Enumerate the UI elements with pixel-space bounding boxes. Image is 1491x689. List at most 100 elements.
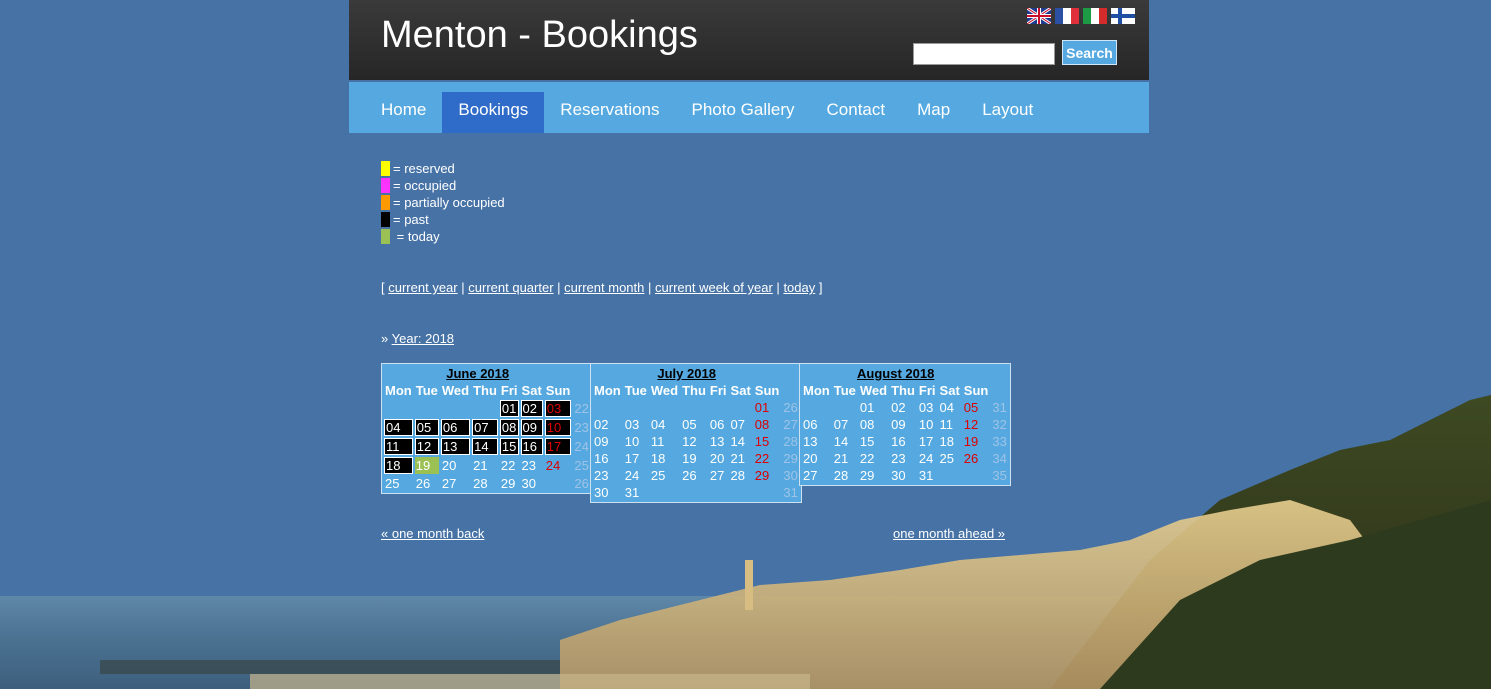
one-month-ahead-link[interactable]: one month ahead » — [893, 526, 1005, 541]
calendar-day[interactable]: 27 — [441, 476, 470, 491]
calendar-day[interactable]: 15 — [754, 434, 781, 449]
calendar-day[interactable]: 04 — [939, 400, 961, 415]
nav-item-contact[interactable]: Contact — [811, 92, 902, 133]
calendar-day[interactable]: 06 — [709, 417, 728, 432]
calendar-day[interactable]: 11 — [939, 417, 961, 432]
calendar-month-link[interactable]: July 2018 — [657, 366, 716, 381]
link-current-quarter[interactable]: current quarter — [468, 280, 553, 295]
calendar-day[interactable]: 23 — [593, 468, 622, 483]
calendar-day[interactable]: 15 — [859, 434, 888, 449]
link-current-month[interactable]: current month — [564, 280, 644, 295]
link-today[interactable]: today — [783, 280, 815, 295]
calendar-day[interactable]: 30 — [890, 468, 916, 483]
nav-item-photo-gallery[interactable]: Photo Gallery — [676, 92, 811, 133]
france-flag-icon[interactable] — [1055, 8, 1079, 24]
calendar-day[interactable]: 08 — [499, 419, 519, 436]
calendar-day[interactable]: 14 — [472, 438, 498, 455]
calendar-day[interactable]: 06 — [802, 417, 831, 432]
calendar-day[interactable]: 10 — [624, 434, 648, 449]
calendar-day[interactable]: 17 — [918, 434, 937, 449]
calendar-day[interactable]: 10 — [918, 417, 937, 432]
calendar-month-link[interactable]: June 2018 — [446, 366, 509, 381]
calendar-day[interactable]: 05 — [963, 400, 990, 415]
calendar-day[interactable]: 24 — [624, 468, 648, 483]
calendar-month-link[interactable]: August 2018 — [857, 366, 934, 381]
calendar-day[interactable]: 14 — [833, 434, 857, 449]
calendar-day[interactable]: 11 — [650, 434, 679, 449]
calendar-day[interactable]: 18 — [650, 451, 679, 466]
calendar-day[interactable]: 25 — [650, 468, 679, 483]
calendar-day[interactable]: 01 — [859, 400, 888, 415]
link-current-week-of-year[interactable]: current week of year — [655, 280, 773, 295]
calendar-day[interactable]: 02 — [593, 417, 622, 432]
uk-flag-icon[interactable] — [1027, 8, 1051, 24]
calendar-day[interactable]: 18 — [384, 457, 413, 474]
nav-item-map[interactable]: Map — [901, 92, 966, 133]
calendar-day[interactable]: 23 — [890, 451, 916, 466]
calendar-day[interactable]: 12 — [963, 417, 990, 432]
calendar-day[interactable]: 31 — [624, 485, 648, 500]
calendar-day[interactable]: 25 — [939, 451, 961, 466]
calendar-day[interactable]: 21 — [833, 451, 857, 466]
calendar-day[interactable]: 19 — [681, 451, 707, 466]
calendar-day[interactable]: 23 — [521, 457, 543, 474]
calendar-day[interactable]: 30 — [593, 485, 622, 500]
calendar-day[interactable]: 24 — [918, 451, 937, 466]
calendar-day[interactable]: 28 — [833, 468, 857, 483]
calendar-day[interactable]: 28 — [730, 468, 752, 483]
calendar-day[interactable]: 08 — [754, 417, 781, 432]
italy-flag-icon[interactable] — [1083, 8, 1107, 24]
calendar-day[interactable]: 08 — [859, 417, 888, 432]
calendar-day[interactable]: 15 — [499, 438, 519, 455]
calendar-day[interactable]: 30 — [521, 476, 543, 491]
calendar-day[interactable]: 09 — [593, 434, 622, 449]
calendar-day[interactable]: 07 — [472, 419, 498, 436]
search-button[interactable]: Search — [1062, 40, 1117, 65]
finland-flag-icon[interactable] — [1111, 8, 1135, 24]
calendar-day[interactable]: 01 — [754, 400, 781, 415]
nav-item-reservations[interactable]: Reservations — [544, 92, 675, 133]
calendar-day[interactable]: 27 — [802, 468, 831, 483]
calendar-day[interactable]: 27 — [709, 468, 728, 483]
search-input[interactable] — [913, 43, 1055, 65]
calendar-day[interactable]: 17 — [544, 438, 572, 455]
calendar-day[interactable]: 07 — [730, 417, 752, 432]
link-current-year[interactable]: current year — [388, 280, 457, 295]
calendar-day[interactable]: 25 — [384, 476, 413, 491]
calendar-day[interactable]: 09 — [890, 417, 916, 432]
year-link[interactable]: Year: 2018 — [392, 331, 454, 346]
nav-item-home[interactable]: Home — [349, 92, 442, 133]
calendar-day[interactable]: 20 — [709, 451, 728, 466]
calendar-day[interactable]: 20 — [802, 451, 831, 466]
calendar-day[interactable]: 28 — [472, 476, 498, 491]
calendar-day[interactable]: 16 — [890, 434, 916, 449]
calendar-day[interactable]: 10 — [544, 419, 572, 436]
nav-item-layout[interactable]: Layout — [966, 92, 1049, 133]
calendar-day[interactable]: 29 — [859, 468, 888, 483]
calendar-day[interactable]: 17 — [624, 451, 648, 466]
calendar-day[interactable]: 24 — [545, 457, 572, 474]
calendar-day[interactable]: 12 — [681, 434, 707, 449]
calendar-day[interactable]: 09 — [520, 419, 543, 436]
calendar-day-today[interactable]: 19 — [414, 457, 439, 474]
calendar-day[interactable]: 21 — [472, 457, 498, 474]
calendar-day[interactable]: 01 — [499, 400, 519, 417]
calendar-day[interactable]: 06 — [440, 419, 471, 436]
calendar-day[interactable]: 12 — [414, 438, 439, 455]
calendar-day[interactable]: 26 — [963, 451, 990, 466]
calendar-day[interactable]: 04 — [650, 417, 679, 432]
calendar-day[interactable]: 22 — [500, 457, 519, 474]
calendar-day[interactable]: 13 — [802, 434, 831, 449]
calendar-day[interactable]: 16 — [520, 438, 543, 455]
calendar-day[interactable]: 29 — [754, 468, 781, 483]
calendar-day[interactable]: 29 — [500, 476, 519, 491]
nav-item-bookings[interactable]: Bookings — [442, 92, 545, 133]
calendar-day[interactable]: 26 — [681, 468, 707, 483]
calendar-day[interactable]: 14 — [730, 434, 752, 449]
calendar-day[interactable]: 03 — [624, 417, 648, 432]
calendar-day[interactable]: 11 — [384, 438, 413, 455]
calendar-day[interactable]: 20 — [441, 457, 470, 474]
calendar-day[interactable]: 05 — [414, 419, 439, 436]
calendar-day[interactable]: 03 — [918, 400, 937, 415]
calendar-day[interactable]: 31 — [918, 468, 937, 483]
